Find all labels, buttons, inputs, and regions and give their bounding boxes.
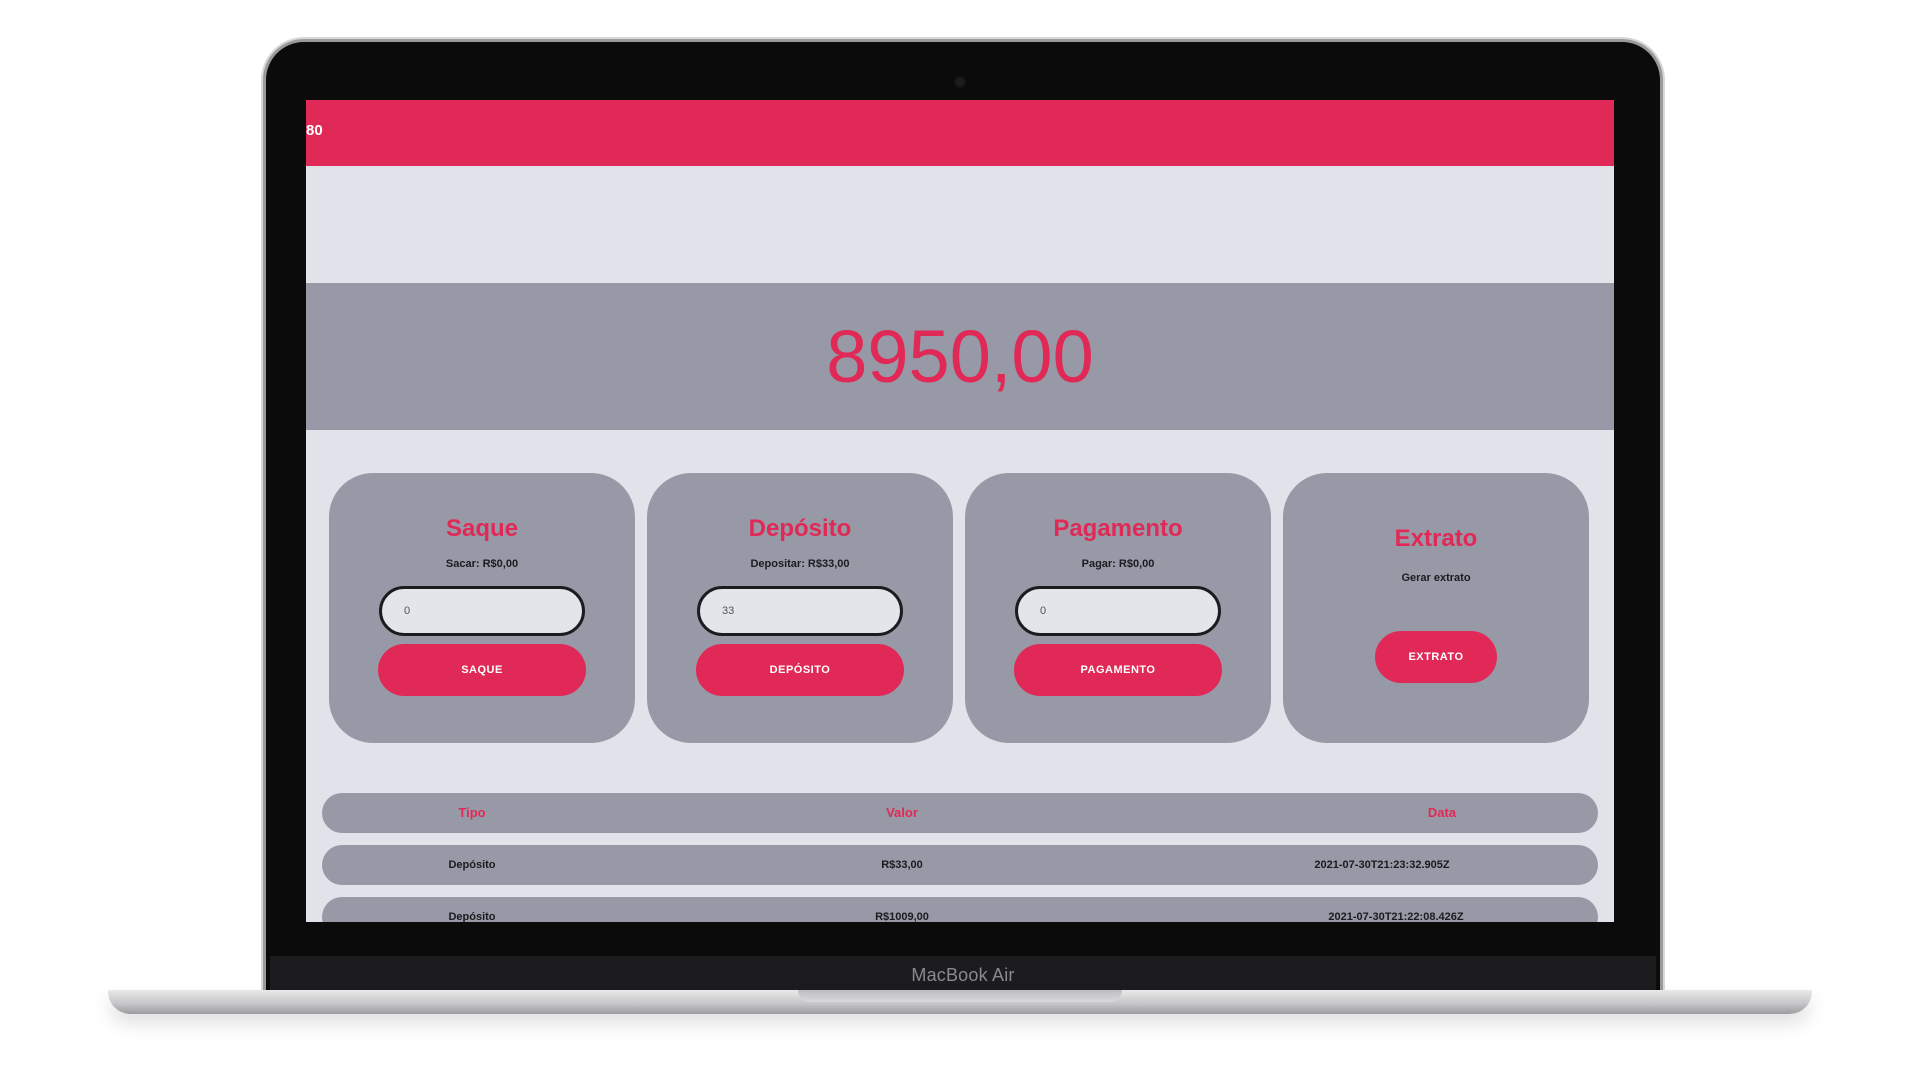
cell-data: 2021-07-30T21:23:32.905Z bbox=[1314, 859, 1450, 871]
header-tipo: Tipo bbox=[458, 805, 486, 820]
card-saque: Saque Sacar: R$0,00 SAQUE bbox=[329, 473, 635, 743]
table-row: Depósito R$1009,00 2021-07-30T21:22:08.4… bbox=[322, 897, 1598, 922]
card-subtitle: Sacar: R$0,00 bbox=[445, 558, 519, 570]
action-cards: Saque Sacar: R$0,00 SAQUE Depósito Depos… bbox=[306, 430, 1614, 743]
top-bar: 80 bbox=[306, 100, 1614, 166]
extrato-button[interactable]: EXTRATO bbox=[1375, 631, 1497, 683]
statement-table: Tipo Valor Data Depósito R$33,00 2021-07… bbox=[322, 793, 1598, 922]
cell-data: 2021-07-30T21:22:08.426Z bbox=[1328, 911, 1464, 922]
header-valor: Valor bbox=[886, 805, 918, 820]
card-deposito: Depósito Depositar: R$33,00 DEPÓSITO bbox=[647, 473, 953, 743]
card-title: Depósito bbox=[748, 515, 852, 542]
pagamento-button[interactable]: PAGAMENTO bbox=[1014, 644, 1222, 696]
pagamento-input[interactable] bbox=[1015, 586, 1221, 636]
header-title: 80 bbox=[306, 122, 323, 139]
balance-panel: 8950,00 bbox=[306, 283, 1614, 430]
card-pagamento: Pagamento Pagar: R$0,00 PAGAMENTO bbox=[965, 473, 1271, 743]
cell-tipo: Depósito bbox=[448, 859, 496, 871]
card-title: Pagamento bbox=[1053, 515, 1183, 542]
saque-button[interactable]: SAQUE bbox=[378, 644, 586, 696]
table-header: Tipo Valor Data bbox=[322, 793, 1598, 833]
saque-input[interactable] bbox=[379, 586, 585, 636]
header-spacer bbox=[306, 166, 1614, 283]
cell-valor: R$33,00 bbox=[881, 859, 923, 871]
balance-value: 8950,00 bbox=[826, 314, 1094, 398]
cell-tipo: Depósito bbox=[448, 911, 496, 922]
card-title: Saque bbox=[445, 515, 519, 542]
laptop-notch bbox=[798, 990, 1122, 1002]
header-data: Data bbox=[1427, 805, 1457, 820]
card-subtitle: Gerar extrato bbox=[1401, 572, 1471, 584]
deposito-input[interactable] bbox=[697, 586, 903, 636]
card-title: Extrato bbox=[1394, 525, 1478, 552]
table-row: Depósito R$33,00 2021-07-30T21:23:32.905… bbox=[322, 845, 1598, 885]
device-brand: MacBook Air bbox=[911, 965, 1015, 985]
cell-valor: R$1009,00 bbox=[875, 911, 929, 922]
deposito-button[interactable]: DEPÓSITO bbox=[696, 644, 904, 696]
card-subtitle: Depositar: R$33,00 bbox=[750, 558, 850, 570]
card-subtitle: Pagar: R$0,00 bbox=[1081, 558, 1155, 570]
card-extrato: Extrato Gerar extrato EXTRATO bbox=[1283, 473, 1589, 743]
screen: 80 8950,00 Saque Sacar: R$0,00 SAQUE Dep… bbox=[306, 100, 1614, 922]
camera-icon bbox=[956, 78, 964, 86]
